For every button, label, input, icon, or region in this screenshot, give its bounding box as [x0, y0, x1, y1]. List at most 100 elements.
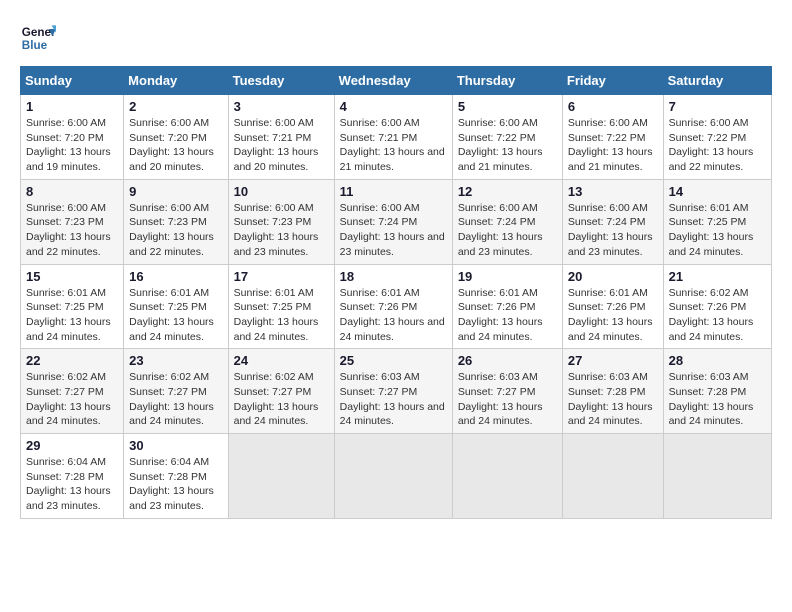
calendar-cell: 30 Sunrise: 6:04 AM Sunset: 7:28 PM Dayl… [124, 434, 228, 519]
day-info: Sunrise: 6:01 AM Sunset: 7:25 PM Dayligh… [234, 286, 329, 345]
day-info: Sunrise: 6:03 AM Sunset: 7:27 PM Dayligh… [340, 370, 447, 429]
calendar-cell: 25 Sunrise: 6:03 AM Sunset: 7:27 PM Dayl… [334, 349, 452, 434]
day-number: 13 [568, 184, 658, 199]
day-info: Sunrise: 6:01 AM Sunset: 7:26 PM Dayligh… [568, 286, 658, 345]
calendar-cell [562, 434, 663, 519]
calendar-cell: 11 Sunrise: 6:00 AM Sunset: 7:24 PM Dayl… [334, 179, 452, 264]
day-number: 22 [26, 353, 118, 368]
day-info: Sunrise: 6:04 AM Sunset: 7:28 PM Dayligh… [129, 455, 222, 514]
day-info: Sunrise: 6:00 AM Sunset: 7:24 PM Dayligh… [458, 201, 557, 260]
day-info: Sunrise: 6:03 AM Sunset: 7:27 PM Dayligh… [458, 370, 557, 429]
day-info: Sunrise: 6:00 AM Sunset: 7:23 PM Dayligh… [234, 201, 329, 260]
day-number: 2 [129, 99, 222, 114]
calendar-cell: 8 Sunrise: 6:00 AM Sunset: 7:23 PM Dayli… [21, 179, 124, 264]
calendar-cell [452, 434, 562, 519]
day-info: Sunrise: 6:01 AM Sunset: 7:26 PM Dayligh… [340, 286, 447, 345]
svg-text:Blue: Blue [22, 39, 48, 52]
calendar-cell: 2 Sunrise: 6:00 AM Sunset: 7:20 PM Dayli… [124, 95, 228, 180]
calendar-cell: 29 Sunrise: 6:04 AM Sunset: 7:28 PM Dayl… [21, 434, 124, 519]
day-info: Sunrise: 6:02 AM Sunset: 7:27 PM Dayligh… [234, 370, 329, 429]
calendar-cell [663, 434, 771, 519]
day-number: 7 [669, 99, 766, 114]
calendar-cell: 21 Sunrise: 6:02 AM Sunset: 7:26 PM Dayl… [663, 264, 771, 349]
day-info: Sunrise: 6:00 AM Sunset: 7:23 PM Dayligh… [26, 201, 118, 260]
day-info: Sunrise: 6:00 AM Sunset: 7:24 PM Dayligh… [568, 201, 658, 260]
day-number: 24 [234, 353, 329, 368]
calendar-cell: 19 Sunrise: 6:01 AM Sunset: 7:26 PM Dayl… [452, 264, 562, 349]
calendar-cell: 28 Sunrise: 6:03 AM Sunset: 7:28 PM Dayl… [663, 349, 771, 434]
day-number: 21 [669, 269, 766, 284]
day-number: 29 [26, 438, 118, 453]
header-friday: Friday [562, 67, 663, 95]
day-number: 15 [26, 269, 118, 284]
day-number: 14 [669, 184, 766, 199]
day-info: Sunrise: 6:00 AM Sunset: 7:20 PM Dayligh… [129, 116, 222, 175]
calendar-week-row: 8 Sunrise: 6:00 AM Sunset: 7:23 PM Dayli… [21, 179, 772, 264]
calendar-cell: 23 Sunrise: 6:02 AM Sunset: 7:27 PM Dayl… [124, 349, 228, 434]
day-number: 9 [129, 184, 222, 199]
calendar-cell: 12 Sunrise: 6:00 AM Sunset: 7:24 PM Dayl… [452, 179, 562, 264]
day-number: 30 [129, 438, 222, 453]
day-info: Sunrise: 6:00 AM Sunset: 7:20 PM Dayligh… [26, 116, 118, 175]
header-saturday: Saturday [663, 67, 771, 95]
day-number: 16 [129, 269, 222, 284]
day-info: Sunrise: 6:00 AM Sunset: 7:24 PM Dayligh… [340, 201, 447, 260]
day-info: Sunrise: 6:01 AM Sunset: 7:25 PM Dayligh… [129, 286, 222, 345]
day-number: 26 [458, 353, 557, 368]
calendar-cell: 20 Sunrise: 6:01 AM Sunset: 7:26 PM Dayl… [562, 264, 663, 349]
calendar-cell [334, 434, 452, 519]
calendar-cell: 1 Sunrise: 6:00 AM Sunset: 7:20 PM Dayli… [21, 95, 124, 180]
calendar-cell: 7 Sunrise: 6:00 AM Sunset: 7:22 PM Dayli… [663, 95, 771, 180]
day-number: 11 [340, 184, 447, 199]
day-number: 28 [669, 353, 766, 368]
day-number: 3 [234, 99, 329, 114]
calendar-cell: 27 Sunrise: 6:03 AM Sunset: 7:28 PM Dayl… [562, 349, 663, 434]
calendar-cell: 22 Sunrise: 6:02 AM Sunset: 7:27 PM Dayl… [21, 349, 124, 434]
day-number: 27 [568, 353, 658, 368]
calendar-cell: 3 Sunrise: 6:00 AM Sunset: 7:21 PM Dayli… [228, 95, 334, 180]
calendar-cell: 16 Sunrise: 6:01 AM Sunset: 7:25 PM Dayl… [124, 264, 228, 349]
header-sunday: Sunday [21, 67, 124, 95]
logo: General Blue [20, 20, 56, 56]
header-wednesday: Wednesday [334, 67, 452, 95]
day-info: Sunrise: 6:00 AM Sunset: 7:22 PM Dayligh… [458, 116, 557, 175]
calendar-cell: 5 Sunrise: 6:00 AM Sunset: 7:22 PM Dayli… [452, 95, 562, 180]
day-info: Sunrise: 6:02 AM Sunset: 7:27 PM Dayligh… [26, 370, 118, 429]
calendar-week-row: 1 Sunrise: 6:00 AM Sunset: 7:20 PM Dayli… [21, 95, 772, 180]
calendar-cell: 17 Sunrise: 6:01 AM Sunset: 7:25 PM Dayl… [228, 264, 334, 349]
day-info: Sunrise: 6:00 AM Sunset: 7:21 PM Dayligh… [340, 116, 447, 175]
calendar-table: SundayMondayTuesdayWednesdayThursdayFrid… [20, 66, 772, 519]
header-monday: Monday [124, 67, 228, 95]
day-info: Sunrise: 6:03 AM Sunset: 7:28 PM Dayligh… [669, 370, 766, 429]
day-info: Sunrise: 6:04 AM Sunset: 7:28 PM Dayligh… [26, 455, 118, 514]
calendar-cell: 4 Sunrise: 6:00 AM Sunset: 7:21 PM Dayli… [334, 95, 452, 180]
day-info: Sunrise: 6:00 AM Sunset: 7:22 PM Dayligh… [568, 116, 658, 175]
calendar-cell: 26 Sunrise: 6:03 AM Sunset: 7:27 PM Dayl… [452, 349, 562, 434]
day-number: 1 [26, 99, 118, 114]
day-info: Sunrise: 6:02 AM Sunset: 7:26 PM Dayligh… [669, 286, 766, 345]
day-info: Sunrise: 6:01 AM Sunset: 7:25 PM Dayligh… [669, 201, 766, 260]
day-info: Sunrise: 6:03 AM Sunset: 7:28 PM Dayligh… [568, 370, 658, 429]
day-number: 12 [458, 184, 557, 199]
calendar-header-row: SundayMondayTuesdayWednesdayThursdayFrid… [21, 67, 772, 95]
day-number: 18 [340, 269, 447, 284]
header-thursday: Thursday [452, 67, 562, 95]
day-info: Sunrise: 6:00 AM Sunset: 7:22 PM Dayligh… [669, 116, 766, 175]
logo-icon: General Blue [20, 20, 56, 56]
day-number: 17 [234, 269, 329, 284]
day-info: Sunrise: 6:01 AM Sunset: 7:25 PM Dayligh… [26, 286, 118, 345]
calendar-week-row: 15 Sunrise: 6:01 AM Sunset: 7:25 PM Dayl… [21, 264, 772, 349]
day-number: 8 [26, 184, 118, 199]
calendar-cell: 6 Sunrise: 6:00 AM Sunset: 7:22 PM Dayli… [562, 95, 663, 180]
calendar-cell: 10 Sunrise: 6:00 AM Sunset: 7:23 PM Dayl… [228, 179, 334, 264]
day-info: Sunrise: 6:02 AM Sunset: 7:27 PM Dayligh… [129, 370, 222, 429]
day-info: Sunrise: 6:00 AM Sunset: 7:23 PM Dayligh… [129, 201, 222, 260]
day-number: 20 [568, 269, 658, 284]
calendar-cell: 13 Sunrise: 6:00 AM Sunset: 7:24 PM Dayl… [562, 179, 663, 264]
day-number: 23 [129, 353, 222, 368]
day-number: 4 [340, 99, 447, 114]
day-number: 10 [234, 184, 329, 199]
page-header: General Blue [20, 20, 772, 56]
calendar-cell: 15 Sunrise: 6:01 AM Sunset: 7:25 PM Dayl… [21, 264, 124, 349]
calendar-cell: 24 Sunrise: 6:02 AM Sunset: 7:27 PM Dayl… [228, 349, 334, 434]
